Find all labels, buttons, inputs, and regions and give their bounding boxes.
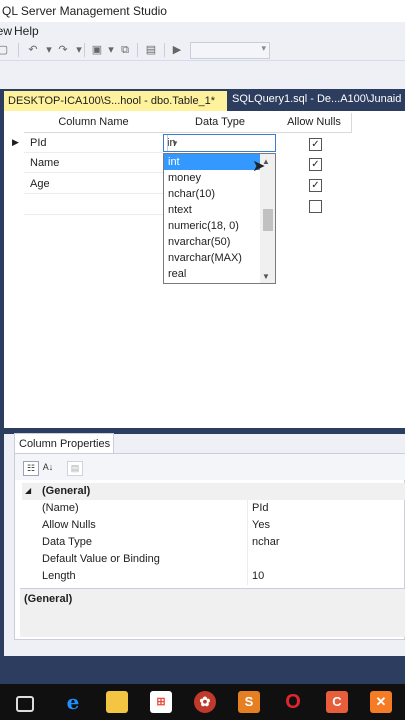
collapse-icon[interactable]: ◢ xyxy=(25,486,31,495)
allow-nulls-header: Allow Nulls xyxy=(277,113,352,133)
toolbar-area xyxy=(0,61,405,89)
property-name: Data Type xyxy=(42,536,92,548)
task-view-icon[interactable] xyxy=(16,696,34,712)
copy-icon[interactable]: ⧉ xyxy=(118,43,132,57)
status-area xyxy=(0,656,405,684)
dropdown-option[interactable]: real xyxy=(164,266,260,282)
opera-icon[interactable]: O xyxy=(282,691,304,713)
mouse-pointer-icon: ➤ xyxy=(252,158,266,175)
property-value: PId xyxy=(252,502,269,514)
property-description-title: (General) xyxy=(24,593,73,605)
row-selector[interactable] xyxy=(4,195,24,215)
store-icon[interactable]: ⊞ xyxy=(150,691,172,713)
property-row[interactable]: Data Type nchar xyxy=(22,534,405,551)
property-name: Default Value or Binding xyxy=(42,553,160,565)
scroll-down-icon[interactable]: ▼ xyxy=(262,272,270,281)
chevron-down-icon[interactable]: ▾ xyxy=(167,135,182,151)
undo-icon[interactable]: ↶ xyxy=(26,43,40,57)
menu-bar: iew Help xyxy=(0,22,405,40)
property-group-label: (General) xyxy=(42,485,91,497)
column-name-cell[interactable]: PId xyxy=(24,133,163,153)
tab-sqlquery[interactable]: SQLQuery1.sql - De...A100\Junaid ( xyxy=(232,93,405,105)
data-type-header: Data Type xyxy=(163,113,278,133)
property-row[interactable]: (Name) PId xyxy=(22,500,405,517)
sublime-icon[interactable]: S xyxy=(238,691,260,713)
property-value: Yes xyxy=(252,519,270,531)
dropdown-option[interactable]: money xyxy=(164,170,260,186)
redo-icon[interactable]: ↷ xyxy=(56,43,70,57)
property-name: (Name) xyxy=(42,502,79,514)
navigate-icon[interactable]: ▣ xyxy=(90,43,104,57)
toolbar-separator xyxy=(137,43,138,57)
app-icon-red[interactable]: ✿ xyxy=(194,691,216,713)
property-group-general[interactable]: ◢ (General) xyxy=(22,483,405,500)
row-selector[interactable] xyxy=(4,153,24,173)
scrollbar-thumb[interactable] xyxy=(263,209,273,231)
alphabetical-icon[interactable]: A↓ xyxy=(41,461,55,474)
app-icon-orange[interactable]: C xyxy=(326,691,348,713)
toolbar-partial-icon[interactable]: ▢ xyxy=(0,43,10,57)
toolbar-separator xyxy=(84,43,85,57)
undo-dropdown-icon[interactable]: ▾ xyxy=(42,43,56,57)
property-value: nchar xyxy=(252,536,280,548)
window-title: QL Server Management Studio xyxy=(2,4,167,18)
current-row-arrow-icon: ▶ xyxy=(12,137,19,147)
property-row[interactable]: Length 10 xyxy=(22,568,405,585)
dropdown-option[interactable]: nvarchar(MAX) xyxy=(164,250,260,266)
dropdown-option[interactable]: ntext xyxy=(164,202,260,218)
dropdown-option[interactable]: int xyxy=(164,154,260,170)
xampp-icon[interactable]: ✕ xyxy=(370,691,392,713)
dropdown-option[interactable]: numeric(18, 0) xyxy=(164,218,260,234)
dropdown-option[interactable]: nchar(10) xyxy=(164,186,260,202)
chevron-down-icon: ▾ xyxy=(261,43,266,53)
diagram-icon[interactable]: ▤ xyxy=(144,43,158,57)
column-name-header: Column Name xyxy=(24,113,164,133)
property-divider[interactable] xyxy=(247,500,248,585)
tab-label: DESKTOP-ICA100\S...hool - dbo.Table_1* xyxy=(8,95,216,107)
property-description: (General) xyxy=(20,588,405,637)
execute-icon[interactable]: ▶ xyxy=(170,43,184,57)
row-selector[interactable] xyxy=(4,174,24,194)
file-explorer-icon[interactable] xyxy=(106,691,128,713)
solution-config-combo[interactable]: ▾ xyxy=(190,42,270,59)
allow-nulls-checkbox[interactable]: ✓ xyxy=(309,138,322,151)
toolbar-separator xyxy=(18,43,19,57)
allow-nulls-checkbox[interactable]: ✓ xyxy=(309,179,322,192)
title-bar: QL Server Management Studio xyxy=(0,0,405,22)
property-name: Length xyxy=(42,570,76,582)
navigate-dropdown-icon[interactable]: ▾ xyxy=(104,43,118,57)
row-selector[interactable]: ▶ xyxy=(4,133,24,153)
property-name: Allow Nulls xyxy=(42,519,96,531)
column-properties-tab[interactable]: Column Properties xyxy=(14,433,114,454)
tab-table-designer[interactable]: DESKTOP-ICA100\S...hool - dbo.Table_1* xyxy=(4,91,227,111)
allow-nulls-checkbox[interactable] xyxy=(309,200,322,213)
property-pages-icon[interactable]: ▤ xyxy=(67,461,83,476)
column-name-cell[interactable] xyxy=(24,195,163,215)
dropdown-option[interactable]: nvarchar(50) xyxy=(164,234,260,250)
edge-icon[interactable]: e xyxy=(62,691,84,713)
column-properties-title: Column Properties xyxy=(19,438,111,450)
property-row[interactable]: Default Value or Binding xyxy=(22,551,405,568)
categorized-icon[interactable]: ☷ xyxy=(23,461,39,476)
column-name-cell[interactable]: Age xyxy=(24,174,163,194)
toolbar-separator xyxy=(164,43,165,57)
menu-view[interactable]: iew xyxy=(0,24,12,38)
allow-nulls-checkbox[interactable]: ✓ xyxy=(309,158,322,171)
property-value: 10 xyxy=(252,570,265,582)
data-type-input[interactable]: in ▾ xyxy=(163,134,276,152)
menu-help[interactable]: Help xyxy=(14,24,39,38)
property-row[interactable]: Allow Nulls Yes xyxy=(22,517,405,534)
column-name-cell[interactable]: Name xyxy=(24,153,163,173)
